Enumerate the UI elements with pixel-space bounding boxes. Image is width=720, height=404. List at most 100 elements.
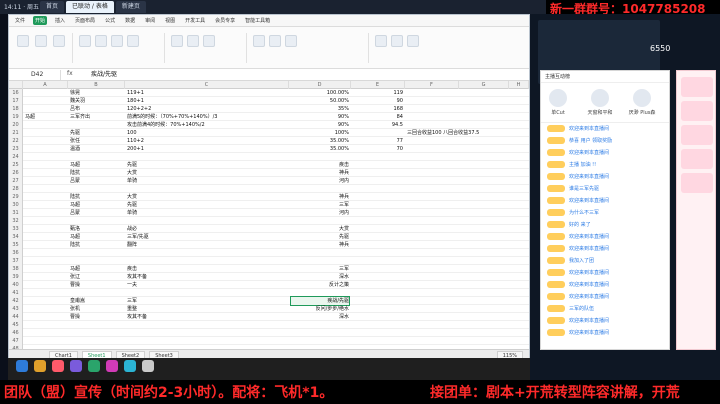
table-cell[interactable] [353,201,403,209]
corner-cell[interactable] [9,81,23,89]
table-cell[interactable] [407,265,523,273]
table-cell[interactable] [353,273,403,281]
table-cell[interactable]: 94.5 [353,121,403,129]
table-cell[interactable] [407,177,523,185]
ribbon-tab[interactable]: 公式 [103,16,117,25]
row-header[interactable]: 27 [9,177,23,185]
ribbon-tab[interactable]: 文件 [13,16,27,25]
row-header[interactable]: 41 [9,289,23,297]
table-cell[interactable]: 84 [353,113,403,121]
table-cell[interactable] [407,89,523,97]
copy-icon[interactable] [53,35,65,47]
table-cell[interactable] [291,217,349,225]
table-cell[interactable] [291,257,349,265]
table-cell[interactable] [70,329,123,337]
ribbon-tab[interactable]: 插入 [53,16,67,25]
table-cell[interactable]: 90 [353,97,403,105]
table-cell[interactable] [70,257,123,265]
table-cell[interactable]: 一夫 [127,281,287,289]
table-cell[interactable]: 三回合收益100 八回合收益37.5 [407,129,523,137]
table-cell[interactable]: 三军齐出 [70,113,123,121]
table-cell[interactable] [353,257,403,265]
table-cell[interactable]: 疾击 [127,265,287,273]
table-cell[interactable]: 三军/先驱 [127,233,287,241]
table-cell[interactable] [127,289,287,297]
table-cell[interactable] [25,313,66,321]
table-cell[interactable]: 先驱 [291,233,349,241]
table-cell[interactable] [25,249,66,257]
table-cell[interactable] [407,113,523,121]
table-cell[interactable]: 神兵 [291,169,349,177]
table-cell[interactable]: 张辽 [70,273,123,281]
row-header[interactable]: 38 [9,265,23,273]
column-header[interactable]: G [459,81,509,89]
table-cell[interactable] [25,145,66,153]
table-cell[interactable] [407,297,523,305]
table-cell[interactable]: 180+1 [127,97,287,105]
row-header[interactable]: 24 [9,153,23,161]
row-header[interactable]: 43 [9,305,23,313]
table-cell[interactable]: 35% [291,105,349,113]
table-style-icon[interactable] [285,35,297,47]
table-cell[interactable] [353,337,403,345]
column-header[interactable]: E [351,81,405,89]
promo-card[interactable] [681,125,713,145]
table-cell[interactable]: 120+2+2 [127,105,287,113]
table-cell[interactable] [127,185,287,193]
column-header[interactable]: C [125,81,289,89]
table-cell[interactable] [407,145,523,153]
row-header[interactable]: 44 [9,313,23,321]
table-cell[interactable] [25,257,66,265]
row-header[interactable]: 45 [9,321,23,329]
underline-icon[interactable] [111,35,123,47]
table-cell[interactable] [407,121,523,129]
table-cell[interactable]: 张任 [70,137,123,145]
table-cell[interactable]: 大赏 [127,193,287,201]
table-cell[interactable] [25,169,66,177]
table-cell[interactable]: 90% [291,113,349,121]
promo-card[interactable] [681,149,713,169]
table-cell[interactable]: 吕蒙 [70,209,123,217]
table-cell[interactable] [353,233,403,241]
table-cell[interactable]: 三军 [127,297,287,305]
table-cell[interactable]: 吕蒙 [70,177,123,185]
table-cell[interactable]: 168 [353,105,403,113]
table-cell[interactable] [127,249,287,257]
table-cell[interactable]: 马超 [70,161,123,169]
table-cell[interactable] [353,153,403,161]
table-cell[interactable] [25,305,66,313]
table-cell[interactable]: 疾战/先驱 [290,296,350,306]
table-cell[interactable] [407,313,523,321]
app-icon[interactable] [34,360,46,372]
row-header[interactable]: 26 [9,169,23,177]
table-cell[interactable] [407,241,523,249]
table-cell[interactable]: 大赏 [291,225,349,233]
table-cell[interactable] [25,265,66,273]
table-cell[interactable] [353,177,403,185]
table-cell[interactable] [25,177,66,185]
table-cell[interactable]: 皇甫嵩 [70,297,123,305]
table-cell[interactable] [407,225,523,233]
table-cell[interactable] [407,209,523,217]
table-cell[interactable] [291,289,349,297]
table-cell[interactable]: 攻其不备 [127,313,287,321]
table-cell[interactable] [70,121,123,129]
table-cell[interactable]: 三军 [291,265,349,273]
promo-card[interactable] [681,77,713,97]
row-header[interactable]: 32 [9,217,23,225]
ribbon-tab[interactable]: 会员专享 [213,16,237,25]
table-cell[interactable] [25,185,66,193]
table-cell[interactable]: 战必 [127,225,287,233]
table-cell[interactable] [127,321,287,329]
row-header[interactable]: 29 [9,193,23,201]
table-cell[interactable] [127,329,287,337]
table-cell[interactable] [25,329,66,337]
table-cell[interactable]: 119+1 [127,89,287,97]
table-cell[interactable] [25,297,66,305]
table-cell[interactable]: 河内 [291,177,349,185]
column-header[interactable]: H [509,81,529,89]
table-cell[interactable] [70,217,123,225]
table-cell[interactable] [127,337,287,345]
table-cell[interactable] [407,201,523,209]
merge-cells-icon[interactable] [203,35,215,47]
